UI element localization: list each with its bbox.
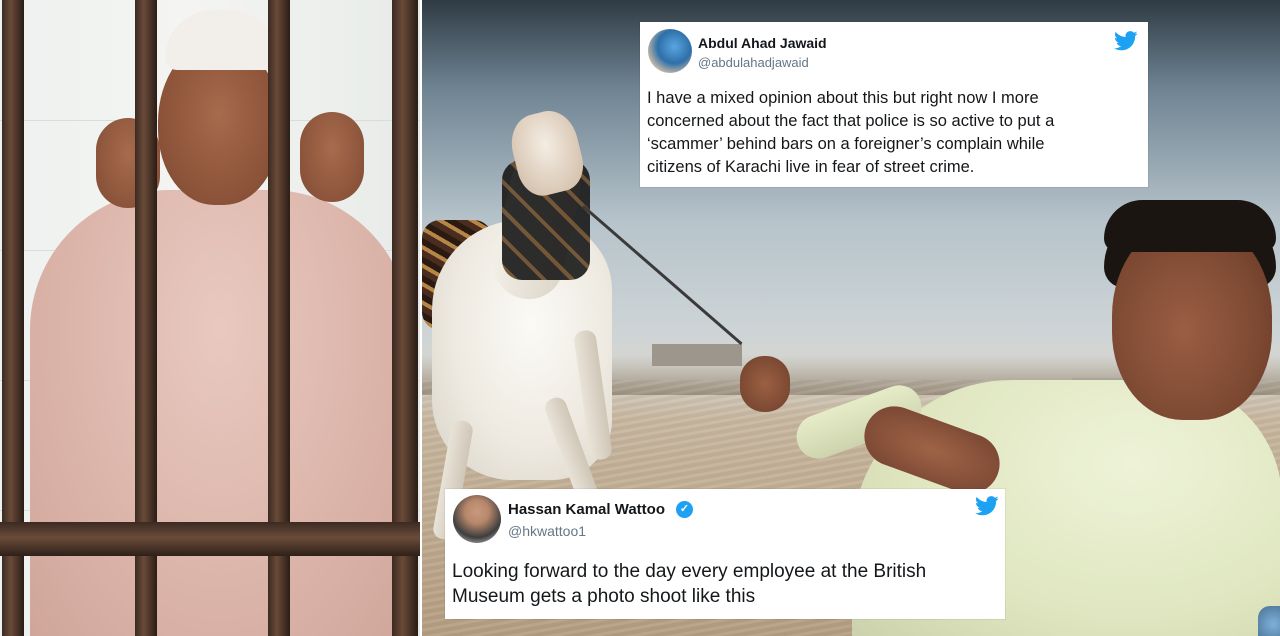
tweet-card[interactable]: Hassan Kamal Wattoo ✓ @hkwattoo1 Looking… bbox=[445, 489, 1005, 619]
tweet-card[interactable]: Abdul Ahad Jawaid @abdulahadjawaid I hav… bbox=[640, 22, 1148, 187]
man-fist bbox=[740, 356, 790, 412]
man-hair bbox=[1104, 200, 1276, 252]
avatar[interactable] bbox=[648, 29, 692, 73]
corner-avatar-icon bbox=[1258, 606, 1280, 636]
man-cap bbox=[165, 10, 277, 70]
twitter-bird-icon[interactable] bbox=[975, 496, 999, 516]
man-shirt bbox=[30, 190, 410, 636]
avatar[interactable] bbox=[453, 495, 501, 543]
tweet-text: Looking forward to the day every employe… bbox=[452, 561, 927, 607]
tweet-author-handle[interactable]: @abdulahadjawaid bbox=[698, 55, 809, 70]
photo-man-behind-bars bbox=[0, 0, 420, 636]
jail-crossbar bbox=[0, 522, 420, 556]
right-hand bbox=[300, 112, 364, 202]
twitter-bird-icon[interactable] bbox=[1114, 31, 1138, 51]
verified-badge-icon: ✓ bbox=[676, 501, 693, 518]
tweet-author-handle[interactable]: @hkwattoo1 bbox=[508, 523, 586, 539]
tweet-author-name[interactable]: Abdul Ahad Jawaid bbox=[698, 35, 827, 51]
tweet-text: I have a mixed opinion about this but ri… bbox=[647, 89, 1055, 176]
distant-buildings bbox=[652, 344, 742, 366]
tweet-author-name[interactable]: Hassan Kamal Wattoo bbox=[508, 501, 665, 518]
collage-canvas: Abdul Ahad Jawaid @abdulahadjawaid I hav… bbox=[0, 0, 1280, 636]
